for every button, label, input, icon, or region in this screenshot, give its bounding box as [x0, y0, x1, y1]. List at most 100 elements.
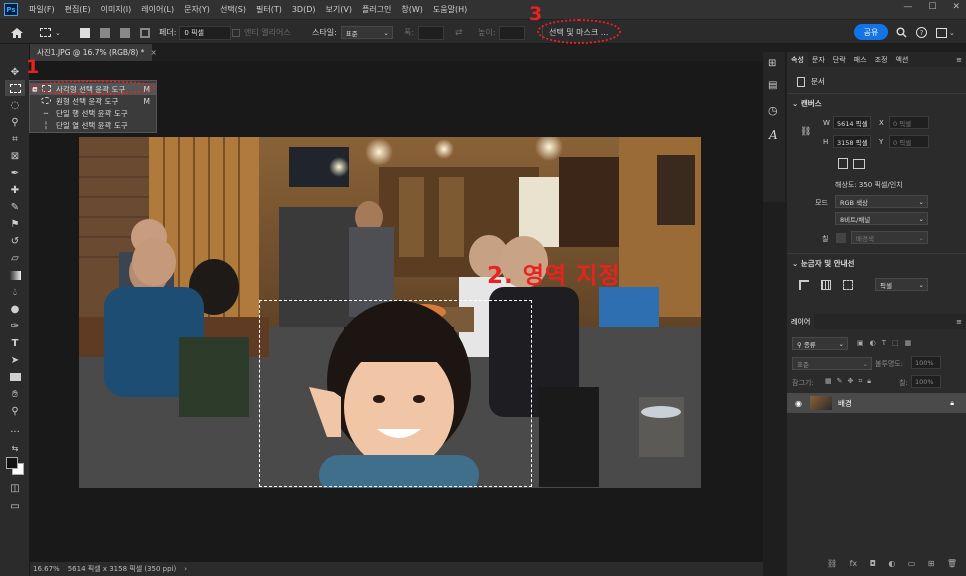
share-button[interactable]: 공유 [854, 24, 888, 40]
menu-layer[interactable]: 레이어(L) [136, 4, 179, 15]
rulers-section-header[interactable]: ⌄ 눈금자 및 안내선 [792, 258, 854, 269]
tab-properties[interactable]: 속성 [787, 52, 808, 67]
menu-image[interactable]: 이미지(I) [96, 4, 137, 15]
delete-layer-icon[interactable]: 🗑︎ [947, 559, 957, 568]
opacity-input[interactable]: 100% [911, 356, 941, 369]
menu-select[interactable]: 선택(S) [215, 4, 251, 15]
link-layers-icon[interactable]: ⛓ [827, 559, 837, 568]
home-icon[interactable] [10, 25, 24, 40]
minimize-icon[interactable]: — [903, 2, 912, 12]
menu-type[interactable]: 문자(Y) [179, 4, 215, 15]
style-select[interactable]: 표준 ⌄ [340, 26, 393, 39]
status-arrow-icon[interactable]: › [184, 565, 187, 573]
tab-character[interactable]: 문자 [808, 55, 829, 65]
adjustment-layer-icon[interactable]: ◐ [888, 559, 895, 568]
feather-input[interactable]: 0 픽셀 [179, 25, 232, 40]
intersect-selection-icon[interactable] [140, 27, 150, 38]
add-mask-icon[interactable]: ◘ [870, 559, 876, 568]
move-tool-icon[interactable]: ✥ [5, 64, 25, 80]
swap-icon[interactable]: ⇄ [455, 25, 463, 40]
visibility-eye-icon[interactable]: ◉ [795, 399, 802, 408]
zoom-level[interactable]: 16.67% [33, 565, 60, 573]
eraser-tool-icon[interactable]: ▱ [5, 250, 25, 266]
libraries-icon[interactable]: ⊞ [768, 58, 776, 69]
rulers-icon[interactable] [799, 280, 809, 290]
dodge-tool-icon[interactable]: ● [5, 301, 25, 317]
document-info[interactable]: 5614 픽셀 x 3158 픽셀 (350 ppi) [68, 564, 177, 574]
more-tools-icon[interactable]: ··· [5, 424, 25, 440]
close-icon[interactable]: ✕ [952, 2, 960, 12]
new-layer-icon[interactable]: ⊞ [928, 559, 935, 568]
menu-filter[interactable]: 필터(T) [251, 4, 287, 15]
tab-adjustments[interactable]: 조정 [871, 55, 892, 65]
menu-view[interactable]: 보기(V) [321, 4, 357, 15]
path-selection-tool-icon[interactable]: ➤ [5, 352, 25, 368]
panel-menu-icon[interactable]: ≡ [952, 56, 966, 64]
zoom-tool-icon[interactable]: ⚲ [5, 403, 25, 419]
comments-icon[interactable]: ▤ [768, 80, 777, 91]
menu-file[interactable]: 파일(F) [24, 4, 60, 15]
pen-tool-icon[interactable]: ✑ [5, 318, 25, 334]
character-icon[interactable]: A [769, 128, 778, 142]
new-selection-icon[interactable] [80, 27, 90, 38]
layer-lock-icon[interactable]: 🔒︎ [950, 399, 954, 408]
document-tab[interactable]: 사진1.JPG @ 16.7% (RGB/8) * × [30, 44, 157, 61]
canvas-x-input[interactable]: 0 픽셀 [889, 116, 929, 129]
antialias-checkbox[interactable]: 앤티 앨리어스 [232, 25, 291, 40]
menu-window[interactable]: 창(W) [396, 4, 428, 15]
blend-mode-select[interactable]: 표준 ⌄ [792, 357, 872, 370]
layer-row-background[interactable]: ◉ 배경 🔒︎ [787, 393, 966, 413]
menu-edit[interactable]: 편집(E) [60, 4, 96, 15]
flyout-item-single-row-marquee[interactable]: ╌ 단일 행 선택 윤곽 도구 [30, 107, 156, 119]
foreground-color-swatch[interactable] [6, 457, 18, 469]
mode-select[interactable]: RGB 색상 ⌄ [835, 195, 928, 208]
type-tool-icon[interactable]: T [5, 335, 25, 351]
lock-icons[interactable]: ▦✎✥⌗🔒︎ [825, 377, 876, 386]
layer-fill-input[interactable]: 100% [911, 375, 941, 388]
fx-icon[interactable]: fx [850, 559, 858, 568]
marquee-preset-icon[interactable]: ⌄ [40, 25, 61, 40]
tab-paths[interactable]: 패스 [850, 55, 871, 65]
layer-filter-icons[interactable]: ▣◐T⬚▦ [857, 339, 917, 347]
flyout-item-elliptical-marquee[interactable]: 원형 선택 윤곽 도구 M [30, 95, 156, 107]
history-brush-tool-icon[interactable]: ↺ [5, 233, 25, 249]
fill-swatch[interactable] [836, 233, 846, 243]
maximize-icon[interactable]: ☐ [928, 2, 936, 12]
selection-marquee[interactable] [259, 300, 532, 487]
height-input[interactable] [499, 25, 526, 40]
width-input[interactable] [418, 25, 445, 40]
tab-paragraph[interactable]: 단락 [829, 55, 850, 65]
canvas-y-input[interactable]: 0 픽셀 [889, 135, 929, 148]
group-icon[interactable]: ▭ [908, 559, 916, 568]
link-icon[interactable]: ⛓ [800, 127, 811, 137]
brush-tool-icon[interactable]: ✎ [5, 199, 25, 215]
layer-filter-select[interactable]: ⚲ 종류 ⌄ [792, 337, 848, 350]
canvas-width-input[interactable]: 5614 픽셀 [833, 116, 871, 129]
canvas-section-header[interactable]: ⌄ 캔버스 [792, 98, 822, 109]
healing-brush-tool-icon[interactable]: ✚ [5, 182, 25, 198]
tab-close-icon[interactable]: × [150, 48, 156, 57]
menu-3d[interactable]: 3D(D) [287, 5, 321, 14]
frame-tool-icon[interactable]: ⊠ [5, 148, 25, 164]
hand-tool-icon[interactable]: ✋︎ [5, 386, 25, 402]
help-icon[interactable]: ? [916, 25, 927, 40]
stamp-tool-icon[interactable]: ⚑ [5, 216, 25, 232]
grid-icon[interactable] [821, 280, 831, 290]
history-icon[interactable]: ◷ [768, 104, 778, 117]
screen-mode-icon[interactable]: ▭ [5, 498, 25, 514]
eyedropper-tool-icon[interactable]: ✒ [5, 165, 25, 181]
menu-help[interactable]: 도움말(H) [428, 4, 472, 15]
portrait-orientation-icon[interactable] [838, 158, 848, 169]
workspace-icon[interactable]: ⌄ [936, 25, 955, 40]
gradient-tool-icon[interactable] [5, 267, 25, 283]
guides-icon[interactable] [843, 280, 853, 290]
flyout-item-single-column-marquee[interactable]: ╎ 단일 열 선택 윤곽 도구 [30, 119, 156, 131]
quick-mask-icon[interactable]: ◫ [5, 480, 25, 496]
canvas-height-input[interactable]: 3158 픽셀 [833, 135, 871, 148]
search-icon[interactable] [896, 25, 907, 40]
fill-select[interactable]: 배경색 ⌄ [851, 231, 928, 244]
layers-menu-icon[interactable]: ≡ [952, 318, 966, 326]
menu-plugins[interactable]: 플러그인 [357, 4, 396, 15]
tab-layers[interactable]: 레이어 [787, 314, 815, 329]
crop-tool-icon[interactable]: ⌗ [5, 131, 25, 147]
